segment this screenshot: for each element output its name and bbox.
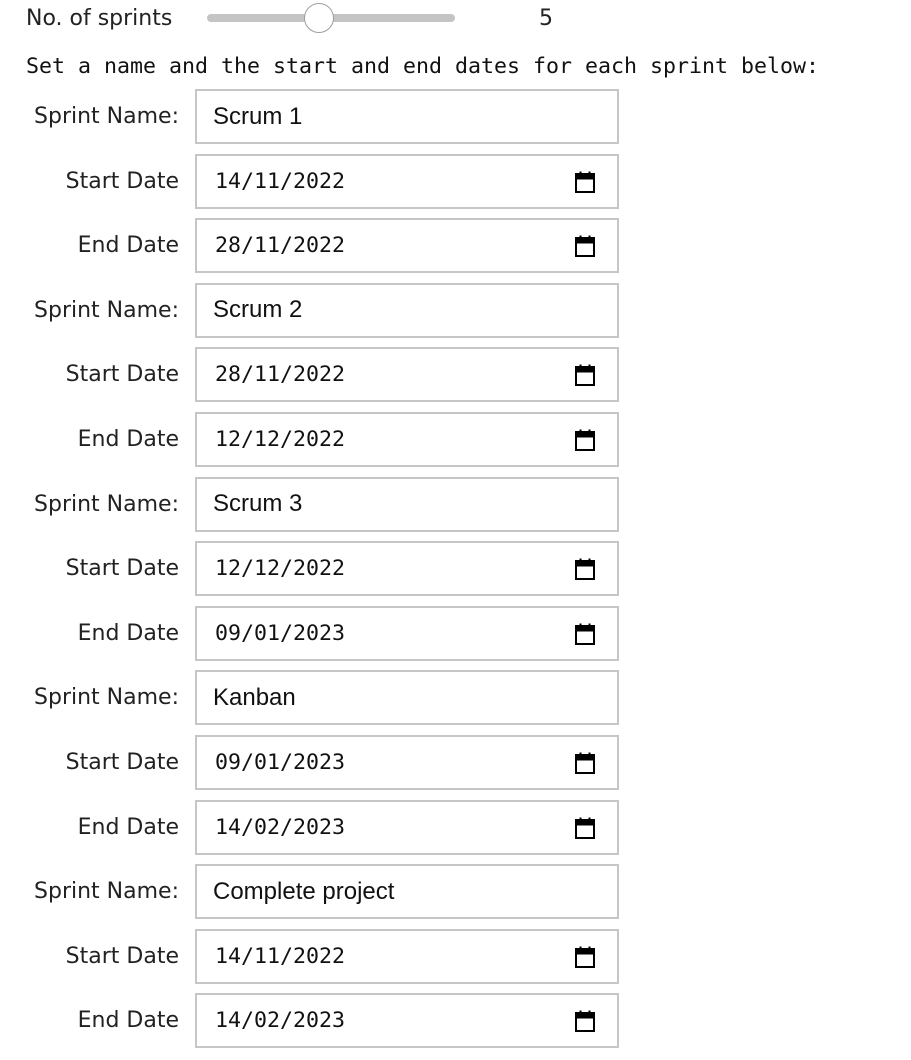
calendar-icon[interactable] bbox=[573, 170, 597, 194]
end-date-label: End Date bbox=[77, 1008, 179, 1034]
sprint-name-field[interactable] bbox=[195, 89, 619, 144]
sprint-list: Sprint Name: Start Date 14/11/2022 bbox=[0, 89, 911, 1058]
start-date-row: Start Date 12/12/2022 bbox=[0, 541, 911, 597]
sprint-name-input[interactable] bbox=[197, 866, 617, 918]
sprint-group-1: Sprint Name: Start Date 14/11/2022 bbox=[0, 89, 911, 274]
sprint-name-row: Sprint Name: bbox=[0, 476, 911, 532]
end-date-row: End Date 12/12/2022 bbox=[0, 411, 911, 467]
calendar-icon[interactable] bbox=[573, 945, 597, 969]
sprint-name-label: Sprint Name: bbox=[34, 685, 179, 711]
calendar-icon[interactable] bbox=[573, 363, 597, 387]
sprint-name-label: Sprint Name: bbox=[34, 879, 179, 905]
start-date-label: Start Date bbox=[65, 362, 179, 388]
end-date-label: End Date bbox=[77, 620, 179, 646]
start-date-value: 14/11/2022 bbox=[215, 168, 346, 194]
start-date-value: 09/01/2023 bbox=[215, 749, 346, 775]
start-date-input[interactable]: 28/11/2022 bbox=[195, 347, 619, 403]
calendar-icon[interactable] bbox=[573, 751, 597, 775]
end-date-row: End Date 14/02/2023 bbox=[0, 799, 911, 855]
end-date-label: End Date bbox=[77, 814, 179, 840]
end-date-row: End Date 14/02/2023 bbox=[0, 993, 911, 1049]
sprint-group-5: Sprint Name: Start Date 14/11/2022 bbox=[0, 864, 911, 1049]
end-date-row: End Date 09/01/2023 bbox=[0, 605, 911, 661]
sprint-name-field[interactable] bbox=[195, 864, 619, 920]
start-date-row: Start Date 09/01/2023 bbox=[0, 734, 911, 790]
end-date-value: 14/02/2023 bbox=[215, 814, 346, 840]
instructions-text: Set a name and the start and end dates f… bbox=[26, 54, 820, 79]
end-date-input[interactable]: 14/02/2023 bbox=[195, 799, 619, 855]
start-date-value: 14/11/2022 bbox=[215, 943, 346, 969]
end-date-value: 14/02/2023 bbox=[215, 1008, 346, 1034]
end-date-value: 09/01/2023 bbox=[215, 620, 346, 646]
end-date-input[interactable]: 14/02/2023 bbox=[195, 993, 619, 1049]
sprint-name-label: Sprint Name: bbox=[34, 104, 179, 129]
end-date-input[interactable]: 09/01/2023 bbox=[195, 605, 619, 661]
sprint-name-input[interactable] bbox=[197, 91, 617, 142]
start-date-label: Start Date bbox=[65, 749, 179, 775]
sprint-name-field[interactable] bbox=[195, 282, 619, 338]
calendar-icon[interactable] bbox=[573, 1009, 597, 1033]
sprint-group-4: Sprint Name: Start Date 09/01/2023 bbox=[0, 670, 911, 855]
sprint-count-value: 5 bbox=[539, 6, 553, 31]
end-date-value: 28/11/2022 bbox=[215, 233, 346, 259]
calendar-icon[interactable] bbox=[573, 557, 597, 581]
calendar-icon[interactable] bbox=[573, 622, 597, 646]
end-date-input[interactable]: 28/11/2022 bbox=[195, 218, 619, 274]
start-date-input[interactable]: 12/12/2022 bbox=[195, 541, 619, 597]
sprint-count-slider-row: No. of sprints 5 bbox=[0, 0, 911, 40]
calendar-icon[interactable] bbox=[573, 816, 597, 840]
start-date-input[interactable]: 14/11/2022 bbox=[195, 153, 619, 209]
sprint-name-row: Sprint Name: bbox=[0, 864, 911, 920]
start-date-row: Start Date 14/11/2022 bbox=[0, 928, 911, 984]
sprint-name-field[interactable] bbox=[195, 670, 619, 726]
calendar-icon[interactable] bbox=[573, 234, 597, 258]
end-date-input[interactable]: 12/12/2022 bbox=[195, 411, 619, 467]
sprint-count-label: No. of sprints bbox=[26, 6, 173, 31]
end-date-value: 12/12/2022 bbox=[215, 426, 346, 452]
sprint-name-input[interactable] bbox=[197, 284, 617, 336]
end-date-row: End Date 28/11/2022 bbox=[0, 218, 911, 274]
start-date-label: Start Date bbox=[65, 168, 179, 194]
start-date-label: Start Date bbox=[65, 943, 179, 969]
end-date-label: End Date bbox=[77, 426, 179, 452]
sprint-name-label: Sprint Name: bbox=[34, 491, 179, 517]
sprint-name-input[interactable] bbox=[197, 478, 617, 530]
start-date-row: Start Date 14/11/2022 bbox=[0, 153, 911, 209]
sprint-name-label: Sprint Name: bbox=[34, 297, 179, 323]
sprint-name-row: Sprint Name: bbox=[0, 282, 911, 338]
sprint-name-row: Sprint Name: bbox=[0, 89, 911, 144]
sprint-group-3: Sprint Name: Start Date 12/12/2022 bbox=[0, 476, 911, 661]
end-date-label: End Date bbox=[77, 233, 179, 259]
sprint-group-2: Sprint Name: Start Date 28/11/2022 bbox=[0, 282, 911, 467]
start-date-input[interactable]: 14/11/2022 bbox=[195, 928, 619, 984]
calendar-icon[interactable] bbox=[573, 428, 597, 452]
start-date-label: Start Date bbox=[65, 556, 179, 582]
sprint-name-input[interactable] bbox=[197, 672, 617, 724]
start-date-row: Start Date 28/11/2022 bbox=[0, 347, 911, 403]
start-date-value: 28/11/2022 bbox=[215, 362, 346, 388]
start-date-input[interactable]: 09/01/2023 bbox=[195, 734, 619, 790]
start-date-value: 12/12/2022 bbox=[215, 556, 346, 582]
sprint-count-slider-thumb[interactable] bbox=[303, 3, 334, 33]
sprint-name-row: Sprint Name: bbox=[0, 670, 911, 726]
sprint-name-field[interactable] bbox=[195, 476, 619, 532]
